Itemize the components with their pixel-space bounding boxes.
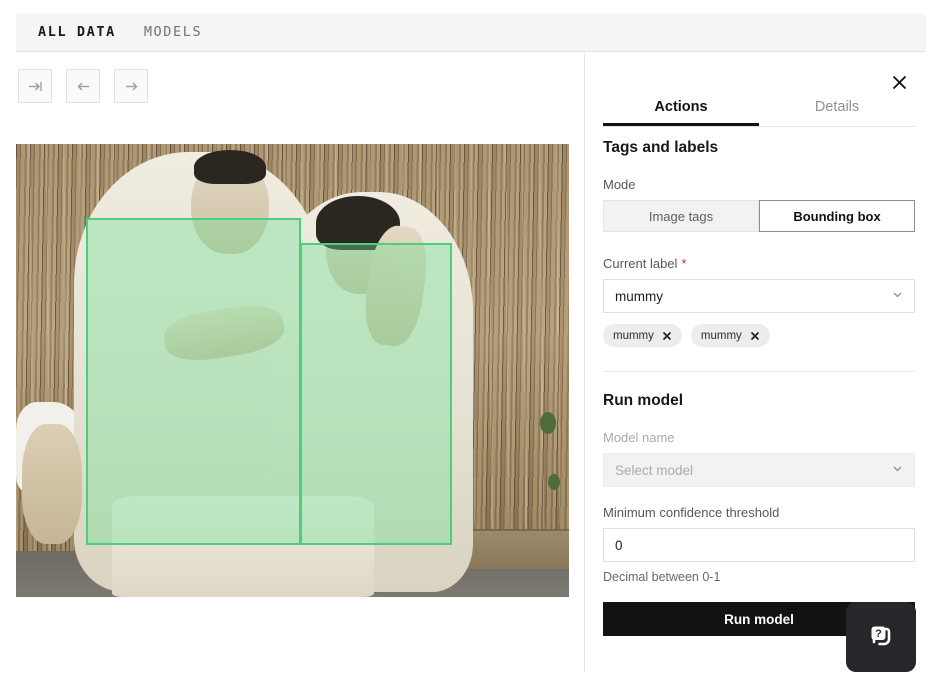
- current-label-text: Current label: [603, 256, 678, 271]
- arrow-right-icon: [125, 82, 137, 90]
- previous-button[interactable]: [66, 69, 100, 103]
- arrow-left-icon: [77, 82, 89, 90]
- chevron-down-icon: [891, 462, 904, 478]
- threshold-helper-text: Decimal between 0-1: [603, 570, 721, 584]
- current-label-value: mummy: [615, 288, 663, 304]
- required-asterisk: *: [681, 256, 687, 271]
- label-chip[interactable]: mummy: [603, 324, 682, 347]
- page-bottom-spacer: [0, 672, 926, 690]
- image-hand-left: [22, 424, 82, 544]
- mode-segmented-control: Image tags Bounding box: [603, 200, 915, 232]
- next-button[interactable]: [114, 69, 148, 103]
- workspace: [0, 53, 585, 672]
- arrow-to-bar-icon: [28, 81, 42, 91]
- label-chip-text: mummy: [613, 329, 654, 342]
- current-label-label: Current label *: [603, 256, 915, 271]
- nav-item-models[interactable]: MODELS: [130, 14, 216, 51]
- mode-option-image-tags[interactable]: Image tags: [603, 200, 759, 232]
- panel-tabs: Actions Details: [603, 91, 915, 127]
- image-toolbar: [18, 69, 148, 103]
- section-divider: [603, 371, 915, 372]
- panel-body: Tags and labels Mode Image tags Bounding…: [603, 139, 915, 636]
- nav-item-all-data[interactable]: ALL DATA: [24, 14, 130, 51]
- bounding-box[interactable]: [86, 218, 301, 545]
- label-chip-list: mummy mummy: [603, 324, 915, 347]
- remove-chip-icon[interactable]: [750, 331, 760, 341]
- threshold-label: Minimum confidence threshold: [603, 505, 780, 520]
- chevron-down-icon: [891, 288, 904, 304]
- mode-option-bounding-box[interactable]: Bounding box: [759, 200, 915, 232]
- skip-to-end-button[interactable]: [18, 69, 52, 103]
- annotation-canvas[interactable]: [16, 144, 569, 597]
- model-select-placeholder: Select model: [615, 462, 694, 478]
- mode-label: Mode: [603, 177, 636, 192]
- model-name-label: Model name: [603, 430, 675, 445]
- svg-text:?: ?: [875, 628, 882, 640]
- remove-chip-icon[interactable]: [662, 331, 672, 341]
- model-select[interactable]: Select model: [603, 453, 915, 487]
- app-root: ALL DATA MODELS Actions Details Tags and…: [0, 0, 926, 690]
- help-question-icon: ?: [871, 626, 891, 646]
- tags-section-title: Tags and labels: [603, 139, 719, 156]
- run-section-title: Run model: [603, 392, 684, 409]
- label-chip[interactable]: mummy: [690, 324, 770, 347]
- image-plant-sprig: [540, 412, 556, 434]
- tab-details[interactable]: Details: [759, 91, 915, 126]
- current-label-select[interactable]: mummy: [603, 279, 915, 313]
- side-panel: Actions Details Tags and labels Mode Ima…: [586, 53, 926, 672]
- image-plant-sprig: [548, 474, 560, 490]
- threshold-input[interactable]: [603, 528, 915, 562]
- help-widget-button[interactable]: ?: [846, 602, 916, 672]
- bounding-box[interactable]: [300, 243, 452, 545]
- tab-actions[interactable]: Actions: [603, 91, 759, 126]
- top-navigation: ALL DATA MODELS: [16, 14, 926, 52]
- image-hair-left: [194, 150, 266, 184]
- label-chip-text: mummy: [700, 329, 742, 342]
